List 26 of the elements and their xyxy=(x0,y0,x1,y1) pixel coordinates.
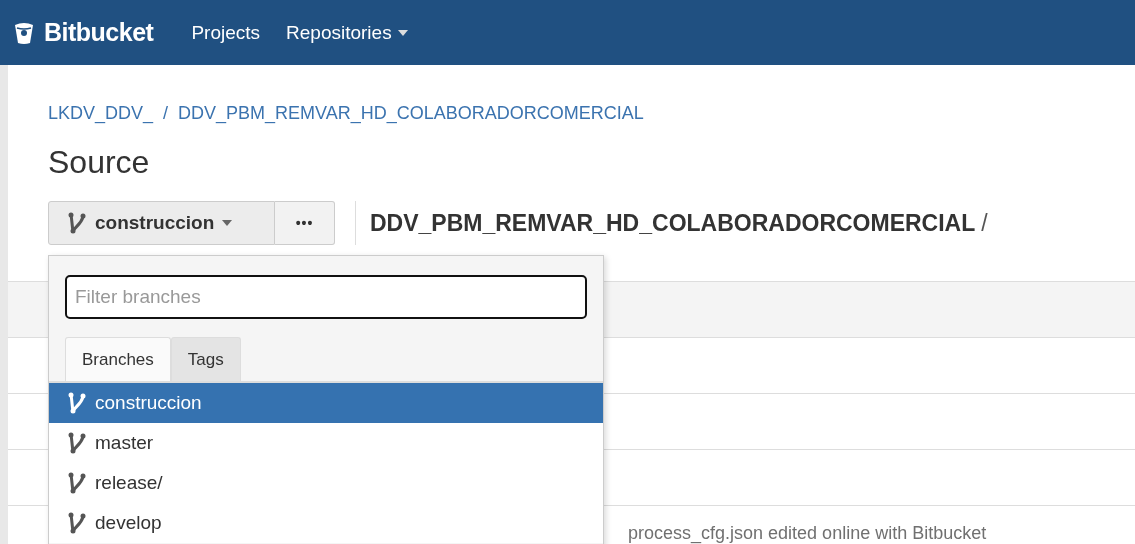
tab[interactable]: Tags xyxy=(170,337,241,381)
breadcrumb-link[interactable]: DDV_PBM_REMVAR_HD_COLABORADORCOMERCIAL xyxy=(178,103,644,124)
breadcrumb-separator: / xyxy=(163,103,169,124)
caret-icon xyxy=(222,220,233,226)
page-title: Source xyxy=(48,144,151,181)
tab[interactable]: Branches xyxy=(65,337,171,381)
brand-name[interactable]: Bitbucket xyxy=(44,18,154,47)
branch-selector[interactable]: construccion xyxy=(48,201,275,245)
path-title: DDV_PBM_REMVAR_HD_COLABORADORCOMERCIAL xyxy=(370,209,976,237)
commit-message: process_cfg.json edited online with Bitbucket xyxy=(628,523,987,544)
branch-icon xyxy=(67,392,87,414)
branch-icon xyxy=(67,212,87,234)
nav-link[interactable]: Repositories xyxy=(278,21,416,44)
branch-item[interactable]: construccion xyxy=(49,383,603,423)
more-button[interactable]: ••• xyxy=(275,201,335,245)
branch-item[interactable]: release/ xyxy=(49,463,603,503)
breadcrumb-link[interactable]: LKDV_DDV_ xyxy=(48,103,154,124)
path-separator: / xyxy=(981,209,988,237)
branch-item[interactable]: master xyxy=(49,423,603,463)
branch-icon xyxy=(67,512,87,534)
filter-field[interactable]: Filter branches xyxy=(65,275,587,319)
branch-icon xyxy=(67,432,87,454)
bucket-logo-icon xyxy=(14,20,34,45)
branch-item[interactable]: develop xyxy=(49,503,603,543)
nav-link[interactable]: Projects xyxy=(183,21,269,44)
branch-icon xyxy=(67,472,87,494)
